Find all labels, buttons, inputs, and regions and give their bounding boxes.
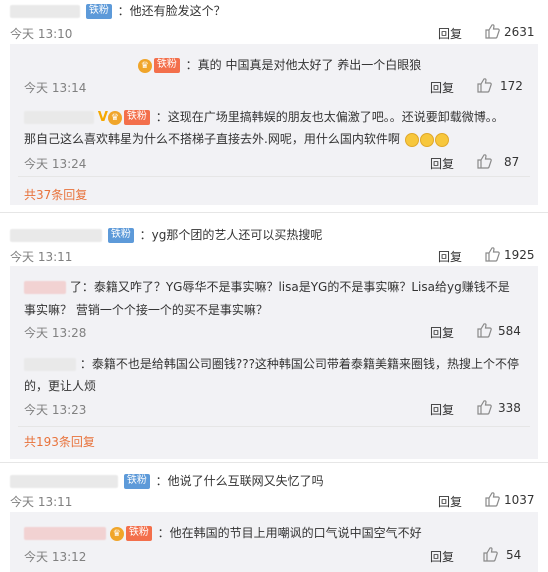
reply-text-cont: 事实嘛？ 营销一个个接一个的买不是事实嘛？ — [24, 303, 268, 317]
comment-3-line: 铁粉 ：他说了什么互联网又失忆了吗 — [10, 472, 324, 489]
like-count: 584 — [498, 324, 521, 338]
reply-time: 今天 13:24 — [24, 157, 87, 171]
reply-button[interactable]: 回复 — [430, 79, 454, 96]
laugh-cry-emoji-icon — [434, 132, 449, 147]
username-blurred[interactable] — [10, 229, 102, 242]
thumbs-up-icon[interactable] — [484, 491, 500, 507]
comment-text: ：yg那个团的艺人还可以买热搜呢 — [139, 228, 323, 242]
fans-badge: 铁粉 — [125, 526, 152, 541]
reply-1-line: ♛ 铁粉 ：真的 中国真是对他太好了 养出一个白眼狼 — [134, 56, 421, 73]
reply-time: 今天 13:14 — [24, 81, 87, 95]
comment-text: ：他说了什么互联网又失忆了吗 — [155, 474, 324, 488]
thumbs-up-icon[interactable] — [482, 546, 498, 562]
comment-time: 今天 13:11 — [10, 250, 73, 264]
like-count: 87 — [504, 155, 520, 169]
reply-4-line1: ：泰籍不也是给韩国公司圈钱???这种韩国公司带着泰籍美籍来圈钱，热搜上个不停 — [24, 355, 519, 372]
more-replies-link[interactable]: 共193条回复 — [24, 433, 95, 450]
username-blurred[interactable] — [24, 111, 94, 124]
username-blurred[interactable] — [24, 358, 76, 371]
more-replies-link[interactable]: 共37条回复 — [24, 186, 87, 203]
like-count: 338 — [498, 401, 521, 415]
reply-text-cont: 那自己这么喜欢韩星为什么不搭梯子直接去外.网呢，用什么国内软件啊 — [24, 132, 400, 146]
laugh-cry-emoji-icon — [419, 132, 434, 147]
comment-time: 今天 13:11 — [10, 495, 73, 509]
reply-time: 今天 13:28 — [24, 326, 87, 340]
reply-button[interactable]: 回复 — [438, 248, 462, 265]
reply-3-line2: 事实嘛？ 营销一个个接一个的买不是事实嘛？ — [24, 301, 268, 318]
reply-2-line1: V ♛ 铁粉 ：这现在广场里搞韩娱的朋友也太偏激了吧。。还说要卸载微博。。 — [24, 108, 504, 125]
crown-icon: ♛ — [109, 526, 124, 541]
fans-badge: 铁粉 — [85, 4, 112, 19]
username-blurred[interactable] — [24, 527, 106, 540]
laugh-cry-emoji-icon — [404, 132, 419, 147]
comment-divider — [0, 462, 548, 463]
like-count: 54 — [506, 548, 522, 562]
thumbs-up-icon[interactable] — [476, 77, 492, 93]
reply-button[interactable]: 回复 — [430, 401, 454, 418]
reply-button[interactable]: 回复 — [430, 155, 454, 172]
comment-2-line: 铁粉 ：yg那个团的艺人还可以买热搜呢 — [10, 226, 322, 243]
thumbs-up-icon[interactable] — [476, 153, 492, 169]
fans-badge: 铁粉 — [153, 58, 180, 73]
divider — [18, 176, 530, 177]
divider — [18, 426, 530, 427]
reply-text: ：泰籍不也是给韩国公司圈钱???这种韩国公司带着泰籍美籍来圈钱，热搜上个不停 — [79, 357, 519, 371]
reply-button[interactable]: 回复 — [430, 324, 454, 341]
reply-text: ：真的 中国真是对他太好了 养出一个白眼狼 — [185, 58, 422, 72]
like-count: 172 — [500, 79, 523, 93]
like-count: 2631 — [504, 25, 535, 39]
reply-3-line1: 了：泰籍又咋了？YG辱华不是事实嘛？lisa是YG的不是事实嘛？Lisa给yg赚… — [24, 278, 510, 295]
reply-5-line: ♛ 铁粉 ：他在韩国的节目上用嘲讽的口气说中国空气不好 — [24, 524, 422, 541]
thumbs-up-icon[interactable] — [476, 399, 492, 415]
reply-text: ：这现在广场里搞韩娱的朋友也太偏激了吧。。还说要卸载微博。。 — [155, 110, 504, 124]
reply-text: 了：泰籍又咋了？YG辱华不是事实嘛？lisa是YG的不是事实嘛？Lisa给yg赚… — [69, 280, 510, 294]
reply-button[interactable]: 回复 — [430, 548, 454, 565]
reply-text: ：他在韩国的节目上用嘲讽的口气说中国空气不好 — [157, 526, 422, 540]
reply-2-line2: 那自己这么喜欢韩星为什么不搭梯子直接去外.网呢，用什么国内软件啊 — [24, 130, 449, 147]
fans-badge: 铁粉 — [123, 110, 150, 125]
comment-text: ：他还有脸发这个？ — [117, 4, 226, 18]
thumbs-up-icon[interactable] — [484, 246, 500, 262]
reply-text-cont: 的，更让人烦 — [24, 379, 97, 393]
reply-button[interactable]: 回复 — [438, 25, 462, 42]
username-blurred[interactable] — [10, 475, 118, 488]
thumbs-up-icon[interactable] — [476, 322, 492, 338]
comment-time: 今天 13:10 — [10, 27, 73, 41]
reply-time: 今天 13:23 — [24, 403, 87, 417]
crown-icon: ♛ — [107, 110, 122, 125]
reply-button[interactable]: 回复 — [438, 493, 462, 510]
like-count: 1925 — [504, 248, 535, 262]
reply-4-line2: 的，更让人烦 — [24, 377, 96, 394]
reply-panel — [10, 512, 538, 572]
crown-icon: ♛ — [137, 58, 152, 73]
comment-1-line: 铁粉 ：他还有脸发这个？ — [10, 2, 226, 19]
username-blurred[interactable] — [24, 281, 66, 294]
comment-divider — [0, 212, 548, 213]
fans-badge: 铁粉 — [123, 474, 150, 489]
fans-badge: 铁粉 — [107, 228, 134, 243]
verified-v-icon: V — [97, 110, 108, 125]
username-blurred[interactable] — [10, 5, 80, 18]
like-count: 1037 — [504, 493, 535, 507]
reply-time: 今天 13:12 — [24, 550, 87, 564]
thumbs-up-icon[interactable] — [484, 23, 500, 39]
